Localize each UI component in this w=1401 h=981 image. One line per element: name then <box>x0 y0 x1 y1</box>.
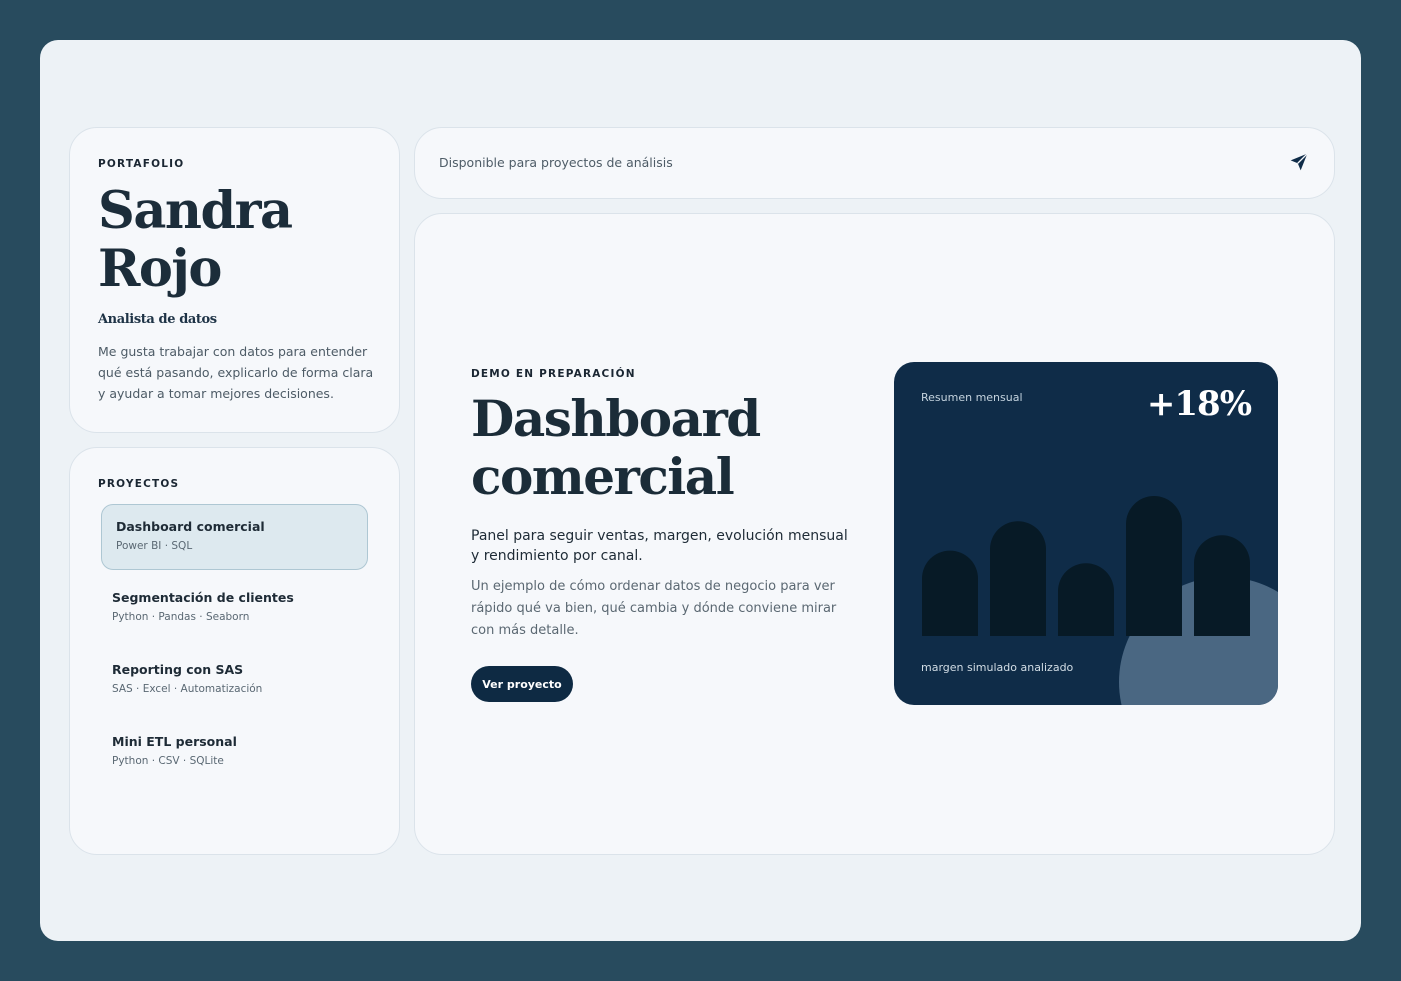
profile-bio: Me gusta trabajar con datos para entende… <box>98 344 374 401</box>
project-description: Un ejemplo de cómo ordenar datos de nego… <box>471 579 837 638</box>
project-title: Segmentación de clientes <box>112 590 294 605</box>
summary-value: +18% <box>1146 384 1252 424</box>
view-project-button[interactable]: Ver proyecto <box>471 666 573 702</box>
project-title: Dashboard comercial <box>116 519 265 534</box>
send-button[interactable] <box>1288 152 1310 174</box>
profile-role: Analista de datos <box>98 312 217 327</box>
profile-name-last: Rojo <box>98 239 222 299</box>
project-item-segmentacion-clientes[interactable]: Segmentación de clientes Python · Pandas… <box>98 576 365 642</box>
project-title: Reporting con SAS <box>112 662 244 677</box>
project-title: Mini ETL personal <box>112 734 237 749</box>
demo-eyebrow: DEMO EN PREPARACIÓN <box>471 368 636 380</box>
project-heading: Dashboard comercial <box>471 390 871 506</box>
project-heading-line2: comercial <box>471 447 735 506</box>
project-item-dashboard-comercial[interactable]: Dashboard comercial Power BI · SQL <box>101 504 368 570</box>
send-icon <box>1290 153 1308 171</box>
projects-card: PROYECTOS Dashboard comercial Power BI ·… <box>69 447 400 855</box>
project-lead: Panel para seguir ventas, margen, evoluc… <box>471 528 848 564</box>
availability-text: Disponible para proyectos de análisis <box>439 155 673 170</box>
summary-label: Resumen mensual <box>921 391 1023 404</box>
profile-name-first: Sandra <box>98 181 293 241</box>
project-heading-line1: Dashboard <box>471 389 761 448</box>
project-showcase: DEMO EN PREPARACIÓN Dashboard comercial … <box>414 213 1335 855</box>
summary-bar <box>1058 563 1114 636</box>
project-tags: Python · CSV · SQLite <box>112 755 224 767</box>
profile-name: Sandra Rojo <box>98 182 388 298</box>
profile-eyebrow: PORTAFOLIO <box>98 158 185 170</box>
projects-eyebrow: PROYECTOS <box>98 478 180 490</box>
app-frame: PORTAFOLIO Sandra Rojo Analista de datos… <box>40 40 1361 941</box>
summary-bar <box>1126 496 1182 636</box>
project-tags: SAS · Excel · Automatización <box>112 683 263 695</box>
monthly-summary-card: Resumen mensual +18% margen simulado ana… <box>894 362 1278 705</box>
summary-bar <box>1194 535 1250 636</box>
project-tags: Power BI · SQL <box>116 540 193 552</box>
summary-footer: margen simulado analizado <box>921 661 1074 674</box>
summary-bar <box>990 521 1046 636</box>
project-item-mini-etl[interactable]: Mini ETL personal Python · CSV · SQLite <box>98 720 365 786</box>
summary-bar <box>922 550 978 636</box>
profile-card: PORTAFOLIO Sandra Rojo Analista de datos… <box>69 127 400 433</box>
availability-bar: Disponible para proyectos de análisis <box>414 127 1335 199</box>
project-tags: Python · Pandas · Seaborn <box>112 611 250 623</box>
project-item-reporting-sas[interactable]: Reporting con SAS SAS · Excel · Automati… <box>98 648 365 714</box>
